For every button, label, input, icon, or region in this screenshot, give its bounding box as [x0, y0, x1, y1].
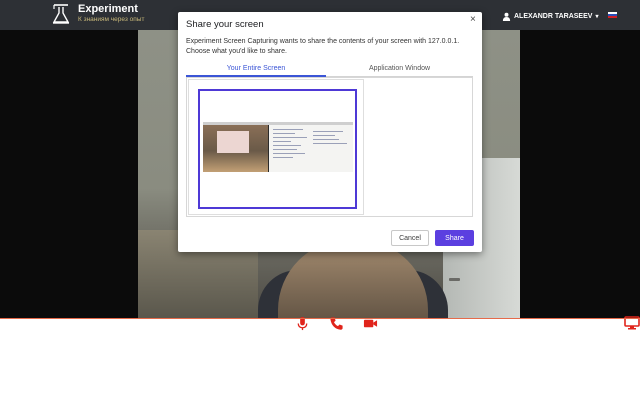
user-icon — [502, 12, 511, 21]
screen-thumbnail-selected[interactable] — [198, 89, 357, 209]
flask-icon[interactable] — [52, 4, 70, 24]
app-window: Experiment К знаниям через опыт ALEXANDR… — [0, 0, 640, 400]
call-controls — [295, 314, 378, 332]
dialog-title: Share your screen — [186, 19, 264, 30]
dialog-description: Experiment Screen Capturing wants to sha… — [186, 38, 460, 55]
tab-entire-screen[interactable]: Your Entire Screen — [186, 63, 326, 77]
video-door-handle — [449, 278, 460, 281]
user-name: ALEXANDR TARASEEV — [514, 12, 593, 20]
stage-bottom-divider — [0, 318, 640, 319]
share-screen-dialog: Share your screen × Experiment Screen Ca… — [178, 12, 482, 252]
screen-thumbnail-tile[interactable] — [188, 79, 364, 215]
source-list — [186, 77, 473, 217]
screen-preview-image — [203, 122, 353, 172]
brand-name[interactable]: Experiment — [78, 3, 138, 15]
cancel-button[interactable]: Cancel — [391, 230, 429, 246]
russian-flag-icon[interactable] — [608, 12, 617, 18]
user-menu[interactable]: ALEXANDR TARASEEV ▾ — [502, 10, 598, 22]
tab-application-window[interactable]: Application Window — [326, 63, 473, 77]
chevron-down-icon: ▾ — [595, 13, 599, 20]
share-source-tabs: Your Entire Screen Application Window — [186, 63, 473, 77]
close-icon[interactable]: × — [470, 14, 476, 25]
dialog-actions: Cancel Share — [178, 230, 482, 246]
share-button[interactable]: Share — [435, 230, 474, 246]
brand-tagline: К знаниям через опыт — [78, 16, 145, 23]
